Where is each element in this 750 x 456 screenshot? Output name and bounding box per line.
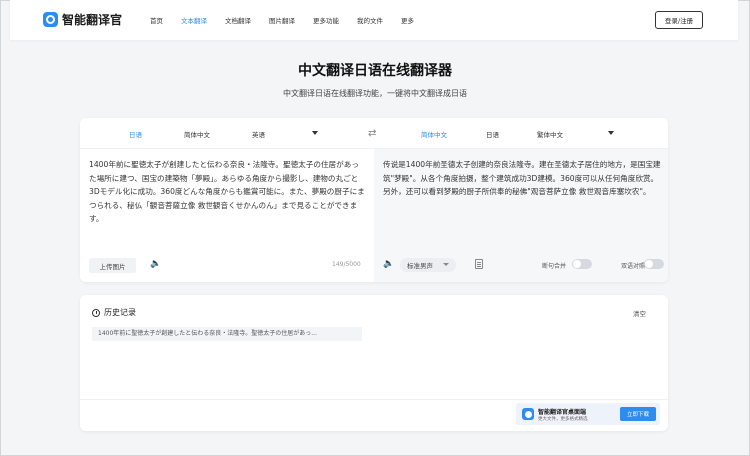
voice-select[interactable]: 标准男声 [400,258,456,272]
nav-link-doc-translate[interactable]: 文档翻译 [225,15,251,25]
bilingual-compare-toggle[interactable] [644,259,664,269]
sentence-merge-toggle[interactable] [572,259,592,269]
divider [80,399,668,400]
target-lang-simplified-chinese[interactable]: 简体中文 [421,129,447,139]
source-pane[interactable]: 1400年前に聖徳太子が創建したと伝わる奈良・法隆寺。聖徳太子の住居があった場所… [80,149,374,282]
brand-logo[interactable]: 智能翻译官 [43,11,122,28]
promo-title: 智能翻译官桌面端 [538,409,587,416]
history-card: 历史记录 清空 1400年前に聖徳太子が創建したと伝わる奈良・法隆寺。聖徳太子の… [80,295,668,431]
swap-languages-icon[interactable]: ⇄ [368,128,376,139]
nav-link-text-translate[interactable]: 文本翻译 [181,15,207,25]
brand-logo-icon [43,12,58,27]
history-item[interactable]: 1400年前に聖徳太子が創建したと伝わる奈良・法隆寺。聖徳太子の住居があっ... [92,327,362,341]
history-header: 历史记录 [92,307,136,318]
nav-link-more-features[interactable]: 更多功能 [313,15,339,25]
app-logo-icon [522,408,534,420]
page-title: 中文翻译日语在线翻译器 [298,63,452,79]
nav-link-my-files[interactable]: 我的文件 [357,15,383,25]
chevron-down-icon [443,263,449,266]
nav-links: 首页 文本翻译 文档翻译 图片翻译 更多功能 我的文件 更多 [150,0,432,40]
language-bar: 日语 简体中文 英语 ⇄ 简体中文 日语 繁体中文 [80,118,668,149]
download-button[interactable]: 立即下载 [620,407,656,421]
clear-history-button[interactable]: 清空 [633,308,646,318]
source-speaker-icon[interactable]: 🔈 [150,259,161,269]
voice-select-value: 标准男声 [407,262,433,270]
target-lang-japanese[interactable]: 日语 [486,129,499,139]
translation-output: 传说是1400年前圣德太子创建的奈良法隆寺。建在圣德太子居住的地方，是国宝建筑"… [383,160,661,197]
promo-subtitle: 更大文件，更多格式精选 [538,417,588,422]
bilingual-compare-label: 双语对照 [621,263,646,270]
nav-link-home[interactable]: 首页 [150,15,163,25]
copy-icon[interactable] [475,259,483,269]
brand-name: 智能翻译官 [62,13,123,27]
desktop-app-promo: 智能翻译官桌面端 更大文件，更多格式精选 立即下载 [516,403,660,425]
target-lang-dropdown-icon[interactable] [608,131,614,135]
source-lang-simplified-chinese[interactable]: 简体中文 [184,129,210,139]
target-lang-traditional-chinese[interactable]: 繁体中文 [537,129,563,139]
char-counter: 149/5000 [332,261,361,268]
top-navbar: 智能翻译官 首页 文本翻译 文档翻译 图片翻译 更多功能 我的文件 更多 登录/… [10,0,738,40]
target-speaker-icon[interactable]: 🔈 [383,259,394,269]
nav-link-more[interactable]: 更多 [401,15,414,25]
source-text-input[interactable]: 1400年前に聖徳太子が創建したと伝わる奈良・法隆寺。聖徳太子の住居があった場所… [89,158,365,226]
target-pane: 传说是1400年前圣德太子创建的奈良法隆寺。建在圣德太子居住的地方，是国宝建筑"… [374,149,668,282]
page-subtitle: 中文翻译日语在线翻译功能，一键将中文翻译成日语 [283,89,467,98]
source-lang-dropdown-icon[interactable] [312,131,318,135]
history-clock-icon [92,308,100,317]
sentence-merge-label: 断句合并 [542,263,567,270]
nav-link-image-translate[interactable]: 图片翻译 [269,15,295,25]
login-button[interactable]: 登录/注册 [655,11,703,29]
history-title: 历史记录 [104,308,136,317]
upload-image-button[interactable]: 上传图片 [89,258,136,273]
source-lang-english[interactable]: 英语 [252,129,265,139]
translator-card: 日语 简体中文 英语 ⇄ 简体中文 日语 繁体中文 1400年前に聖徳太子が創建… [80,118,668,282]
source-lang-japanese[interactable]: 日语 [129,129,142,139]
